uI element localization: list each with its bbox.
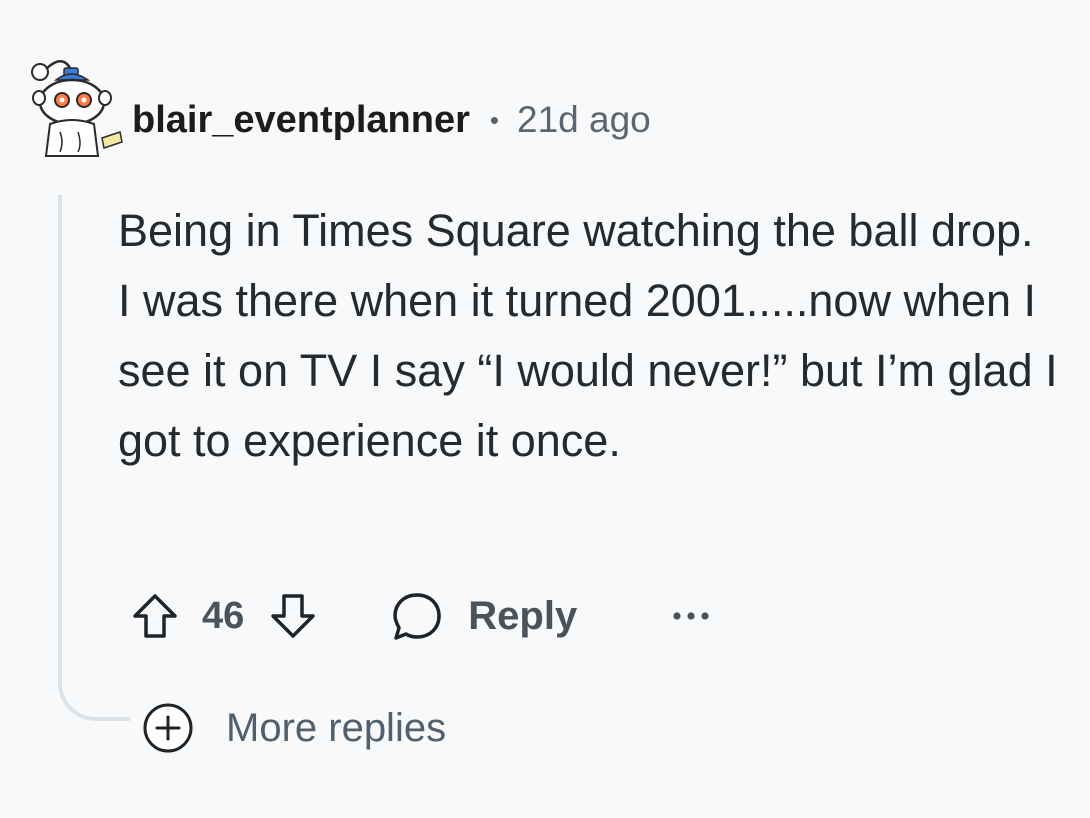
more-replies-label: More replies	[226, 705, 447, 750]
arrow-down-icon	[271, 594, 316, 638]
vote-count: 46	[202, 594, 245, 637]
downvote-button[interactable]	[266, 589, 320, 643]
meta-separator: •	[489, 104, 500, 135]
upvote-button[interactable]	[128, 589, 182, 643]
snoo-avatar-icon	[31, 60, 123, 157]
speech-bubble-icon	[393, 593, 442, 640]
plus-circle-icon	[143, 703, 193, 753]
comment-body: Being in Times Square watching the ball …	[118, 205, 1058, 466]
comment-actions: 46 Reply	[128, 584, 711, 648]
comment-header: blair_eventplanner • 21d ago	[132, 95, 651, 145]
comment-timestamp: 21d ago	[517, 99, 651, 140]
username-link[interactable]: blair_eventplanner	[132, 99, 470, 142]
comment: blair_eventplanner • 21d ago Being in Ti…	[0, 0, 1090, 818]
reply-button[interactable]: Reply	[390, 589, 577, 643]
more-options-button[interactable]	[671, 608, 711, 624]
arrow-up-icon	[133, 594, 177, 638]
reply-label: Reply	[468, 593, 578, 638]
ellipsis-icon	[673, 612, 709, 620]
avatar[interactable]	[24, 52, 134, 162]
more-replies-button[interactable]: More replies	[140, 700, 446, 756]
